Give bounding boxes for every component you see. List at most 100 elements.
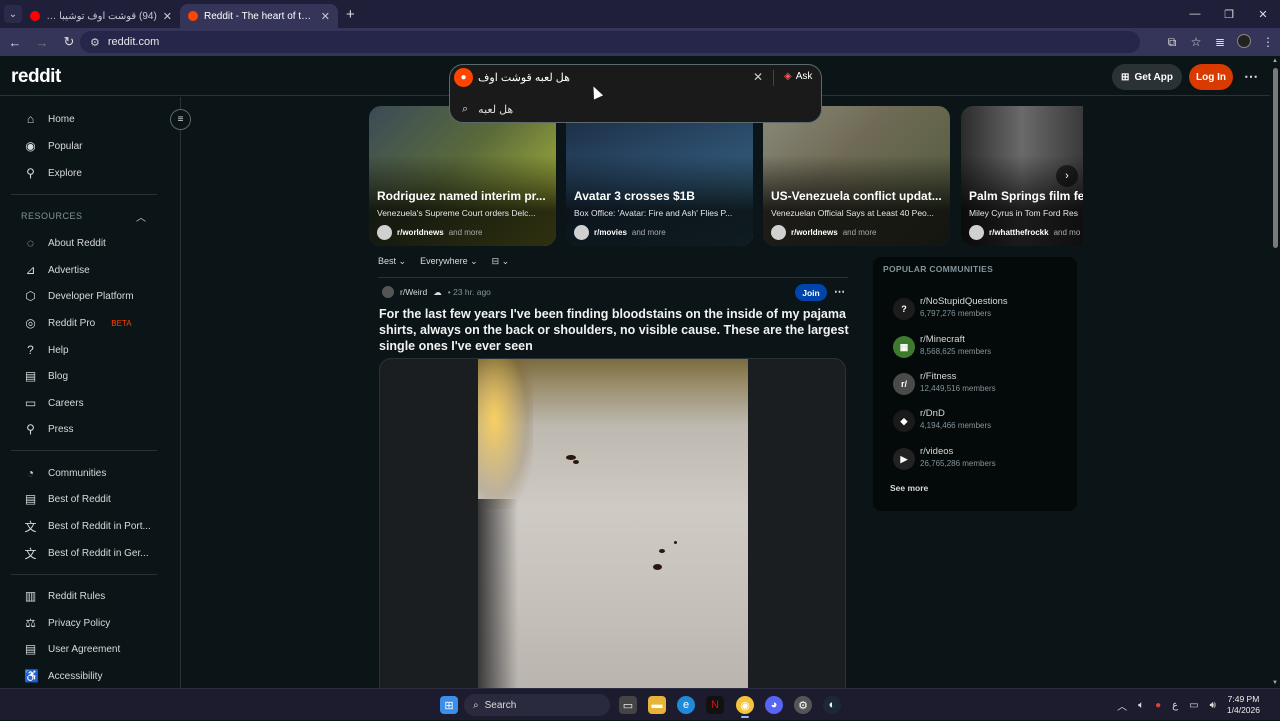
- card-source-more: and more: [448, 228, 483, 237]
- post-image[interactable]: [379, 358, 846, 690]
- sidebar-item-best-of-reddit[interactable]: ▤ Best of Reddit: [24, 489, 164, 509]
- sidebar-item-label: Help: [48, 344, 69, 356]
- windows-start-icon[interactable]: ⊞: [440, 696, 458, 714]
- qr-code-icon: ⊞: [1121, 71, 1130, 83]
- search-icon: ⌕: [462, 103, 469, 115]
- sidebar-item-press[interactable]: ⚲ Press: [24, 419, 164, 439]
- divider: [11, 194, 157, 195]
- sidebar-item-reddit-pro[interactable]: ◎ Reddit Pro BETA: [24, 313, 164, 333]
- search-input[interactable]: هل لعبه قوشت اوف: [478, 71, 570, 84]
- sort-dropdown[interactable]: Best ⌄: [378, 256, 406, 267]
- install-app-icon[interactable]: ⧉: [1160, 35, 1184, 50]
- sidebar-item-rules[interactable]: ▥ Reddit Rules: [24, 586, 164, 606]
- reddit-logo[interactable]: reddit: [11, 66, 61, 88]
- discord-icon[interactable]: ◕: [765, 696, 783, 714]
- resources-heading[interactable]: RESOURCES: [21, 211, 83, 221]
- sidebar-item-accessibility[interactable]: ♿ Accessibility: [24, 666, 164, 686]
- search-suggestion[interactable]: ⌕ هل لعبه: [462, 103, 513, 116]
- card-subtitle: Venezuela's Supreme Court orders Delc...: [377, 208, 536, 218]
- address-bar[interactable]: ⚙ reddit.com: [80, 31, 1140, 53]
- carousel-card[interactable]: Rodriguez named interim pr... Venezuela'…: [369, 106, 556, 246]
- system-clock[interactable]: 7:49 PM 1/4/2026: [1227, 694, 1260, 716]
- close-tab-icon[interactable]: ✕: [163, 10, 172, 23]
- tab-search-menu[interactable]: ⌄: [4, 5, 22, 23]
- sidebar-item-popular[interactable]: ◉ Popular: [24, 136, 164, 156]
- clock-time: 7:49 PM: [1227, 694, 1260, 704]
- input-language[interactable]: ع: [1172, 700, 1178, 711]
- carousel-card[interactable]: US-Venezuela conflict updat... Venezuela…: [763, 106, 950, 246]
- ask-button[interactable]: ◈ Ask: [784, 71, 812, 82]
- restore-icon[interactable]: ❐: [1212, 0, 1246, 28]
- volume-icon[interactable]: 🔊︎: [1210, 700, 1216, 711]
- chevron-right-icon[interactable]: ›: [1056, 165, 1078, 187]
- netflix-icon[interactable]: N: [706, 696, 724, 714]
- login-button[interactable]: Log In: [1189, 64, 1233, 90]
- microphone-icon[interactable]: ●: [1155, 700, 1161, 711]
- clear-search-icon[interactable]: ✕: [753, 70, 763, 84]
- browser-menu-icon[interactable]: ⋮: [1256, 35, 1280, 49]
- bookmark-star-icon[interactable]: ☆: [1184, 35, 1208, 49]
- scroll-down-icon[interactable]: ▼: [1272, 680, 1278, 686]
- chevron-up-icon[interactable]: ︿: [1117, 698, 1127, 713]
- sidebar-item-best-german[interactable]: 文 Best of Reddit in Ger...: [24, 543, 164, 563]
- join-button[interactable]: Join: [795, 284, 827, 301]
- profile-avatar[interactable]: [1232, 33, 1256, 51]
- close-tab-icon[interactable]: ✕: [321, 10, 330, 23]
- sidebar-item-blog[interactable]: ▤ Blog: [24, 366, 164, 386]
- sidebar-item-advertise[interactable]: ⊿ Advertise: [24, 260, 164, 280]
- sidebar-item-home[interactable]: ⌂ Home: [24, 109, 164, 129]
- close-window-icon[interactable]: ✕: [1246, 0, 1280, 28]
- sidebar-item-privacy[interactable]: ⚖ Privacy Policy: [24, 613, 164, 633]
- reload-icon[interactable]: ↻: [57, 34, 81, 50]
- speaker-icon[interactable]: 🔈︎: [1138, 700, 1144, 711]
- sidebar-item-help[interactable]: ? Help: [24, 340, 164, 360]
- view-toggle-icon[interactable]: ⊟ ⌄: [492, 256, 510, 267]
- scroll-up-icon[interactable]: ▲: [1272, 58, 1278, 64]
- see-more-button[interactable]: See more: [890, 483, 928, 493]
- briefcase-icon: ▭: [24, 396, 37, 410]
- edge-icon[interactable]: e: [677, 696, 695, 714]
- community-item[interactable]: ? r/NoStupidQuestions 6,797,276 members: [893, 294, 1073, 324]
- network-icon[interactable]: ▭: [1189, 700, 1198, 711]
- page-scrollbar[interactable]: ▲ ▼: [1270, 56, 1280, 688]
- minimize-icon[interactable]: —: [1178, 0, 1212, 28]
- sidebar-item-explore[interactable]: ⚲ Explore: [24, 163, 164, 183]
- carousel-card[interactable]: Avatar 3 crosses $1B Box Office: 'Avatar…: [566, 106, 753, 246]
- sidebar-item-best-portuguese[interactable]: 文 Best of Reddit in Port...: [24, 516, 164, 536]
- chevron-up-icon[interactable]: ︿: [136, 209, 146, 224]
- new-tab-button[interactable]: +: [346, 6, 355, 23]
- community-item[interactable]: ▶ r/videos 26,765,286 members: [893, 444, 1073, 474]
- browser-tab-reddit[interactable]: Reddit - The heart of the intern ✕: [180, 4, 338, 28]
- search-input-row[interactable]: ● هل لعبه قوشت اوف ✕ ◈ Ask: [450, 65, 821, 91]
- scope-dropdown[interactable]: Everywhere ⌄: [420, 256, 478, 267]
- more-options-icon[interactable]: ⋯: [1244, 68, 1258, 85]
- sidebar-item-communities[interactable]: ◔ Communities: [24, 463, 164, 483]
- sidebar-item-about[interactable]: ◌ About Reddit: [24, 233, 164, 253]
- taskbar-search[interactable]: ⌕ Search: [464, 694, 610, 716]
- subreddit-name[interactable]: r/Weird: [400, 287, 427, 297]
- sidebar-item-careers[interactable]: ▭ Careers: [24, 393, 164, 413]
- forward-icon[interactable]: →: [30, 35, 54, 50]
- collapse-sidebar-button[interactable]: ≡: [170, 109, 191, 130]
- post-options-icon[interactable]: ⋯: [834, 285, 845, 298]
- subreddit-avatar[interactable]: [382, 286, 394, 298]
- chrome-icon[interactable]: ◉: [736, 696, 754, 714]
- sidebar-item-user-agreement[interactable]: ▤ User Agreement: [24, 639, 164, 659]
- steam-icon[interactable]: ◐: [823, 696, 841, 714]
- translate-icon: 文: [24, 546, 37, 561]
- browser-tab-youtube[interactable]: (94) قوشت اوف توشيبا Tube 4 ✕: [22, 4, 180, 28]
- post-title[interactable]: For the last few years I've been finding…: [379, 306, 849, 354]
- community-item[interactable]: r/r/Fitness 12,449,516 members: [893, 369, 1073, 399]
- media-controls-icon[interactable]: ≣: [1208, 35, 1232, 49]
- community-item[interactable]: ▦ r/Minecraft 8,568,625 members: [893, 332, 1073, 362]
- scrollbar-thumb[interactable]: [1273, 68, 1278, 248]
- back-icon[interactable]: ←: [3, 35, 27, 50]
- community-item[interactable]: ◆ r/DnD 4,194,466 members: [893, 406, 1073, 436]
- settings-gear-icon[interactable]: ⚙: [794, 696, 812, 714]
- task-view-icon[interactable]: ▭: [619, 696, 637, 714]
- community-members: 6,797,276 members: [920, 309, 992, 318]
- file-explorer-icon[interactable]: ▬: [648, 696, 666, 714]
- site-info-icon[interactable]: ⚙: [90, 36, 100, 49]
- sidebar-item-developer[interactable]: ⬡ Developer Platform: [24, 286, 164, 306]
- get-app-button[interactable]: ⊞ Get App: [1112, 64, 1182, 90]
